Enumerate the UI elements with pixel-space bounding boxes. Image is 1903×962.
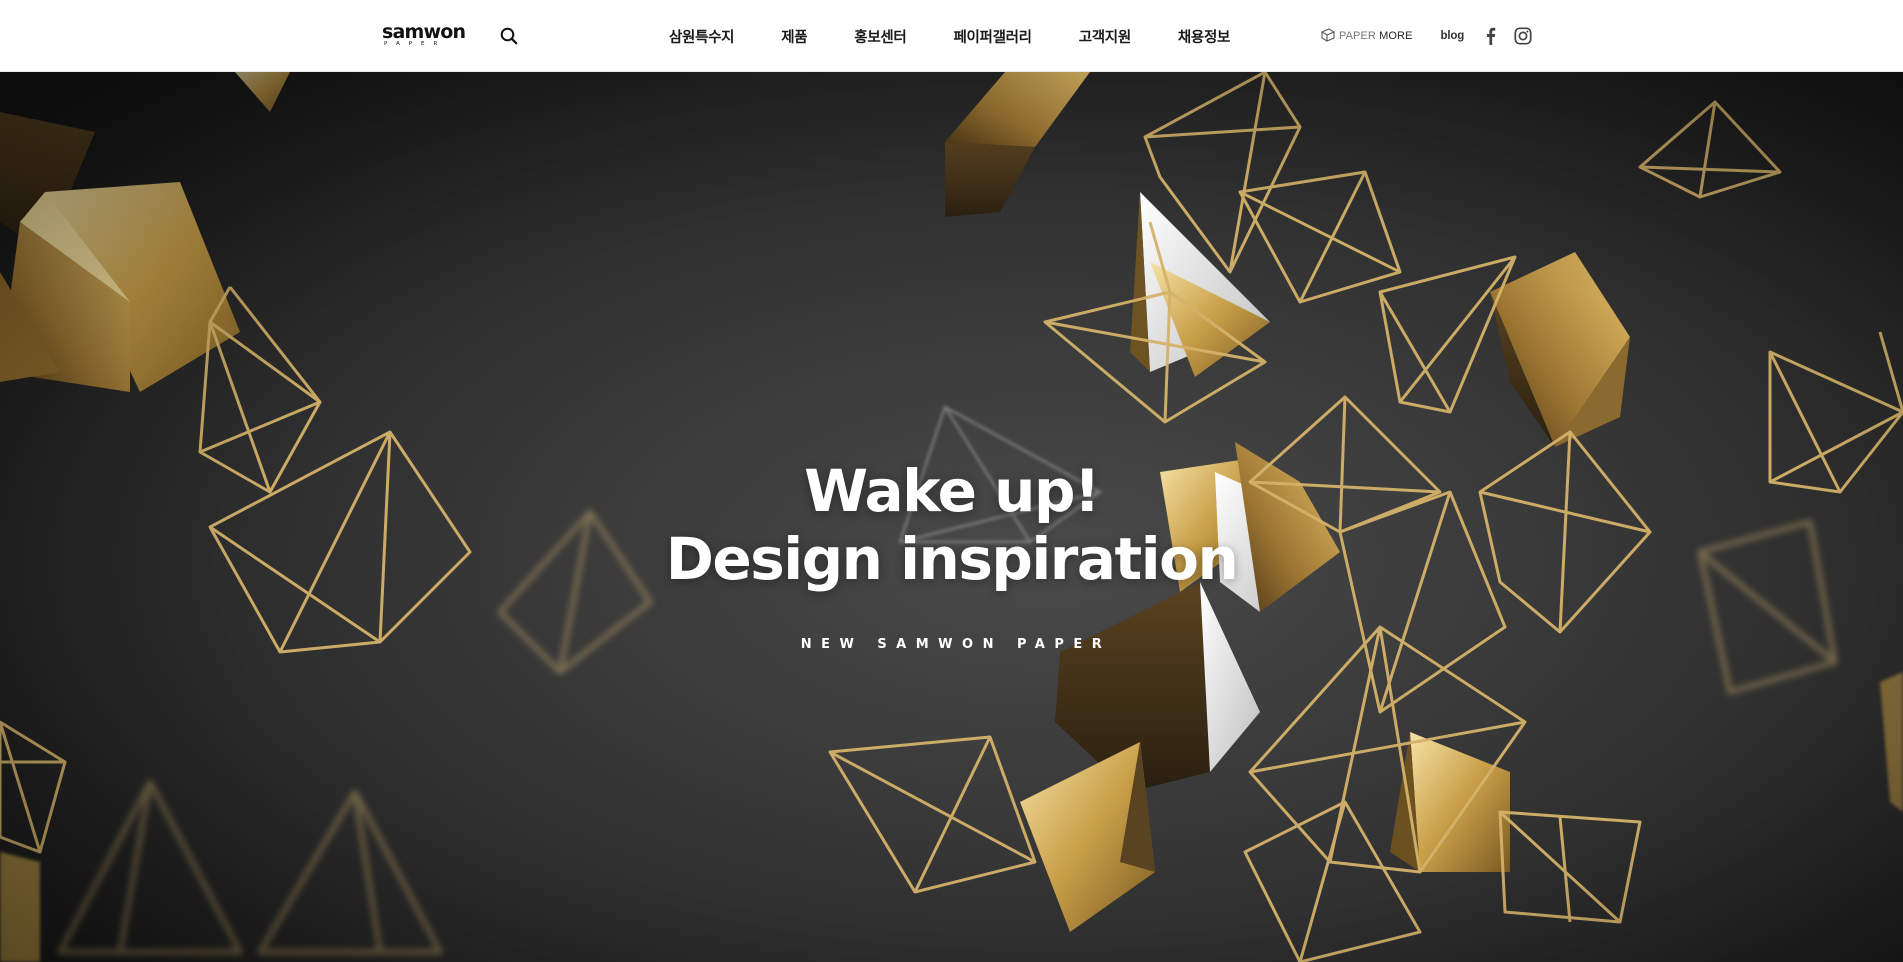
gold-pyramids-artwork <box>0 72 1903 962</box>
nav-item-recruit[interactable]: 채용정보 <box>1178 26 1230 47</box>
instagram-icon[interactable] <box>1513 26 1533 46</box>
paper-more-prefix: PAPER <box>1339 30 1376 42</box>
nav-item-customer-support[interactable]: 고객지원 <box>1079 26 1131 47</box>
facebook-icon[interactable] <box>1481 26 1499 46</box>
hero-banner: Wake up! Design inspiration NEW SAMWON P… <box>0 72 1903 962</box>
nav-item-paper-gallery[interactable]: 페이퍼갤러리 <box>953 26 1032 47</box>
main-nav: 삼원특수지 제품 홍보센터 페이퍼갤러리 고객지원 채용정보 <box>669 0 1230 72</box>
paper-more-icon <box>1320 27 1336 46</box>
nav-item-pr-center[interactable]: 홍보센터 <box>854 26 906 47</box>
paper-more-link[interactable]: PAPER MORE <box>1320 27 1413 46</box>
header-utils: PAPER MORE blog <box>1320 0 1533 72</box>
samwon-logo[interactable]: samwon PAPER <box>382 21 466 48</box>
paper-more-suffix: MORE <box>1379 30 1413 42</box>
nav-item-company[interactable]: 삼원특수지 <box>669 26 735 47</box>
nav-item-products[interactable]: 제품 <box>781 26 807 47</box>
blog-link[interactable]: blog <box>1441 30 1465 42</box>
logo-subtitle: PAPER <box>384 41 447 47</box>
logo-wordmark: samwon <box>382 21 466 43</box>
search-icon[interactable] <box>498 25 520 47</box>
paper-more-label: PAPER MORE <box>1339 30 1413 42</box>
site-header: samwon PAPER 삼원특수지 제품 홍보센터 페이퍼갤러리 고객지원 채… <box>0 0 1903 72</box>
